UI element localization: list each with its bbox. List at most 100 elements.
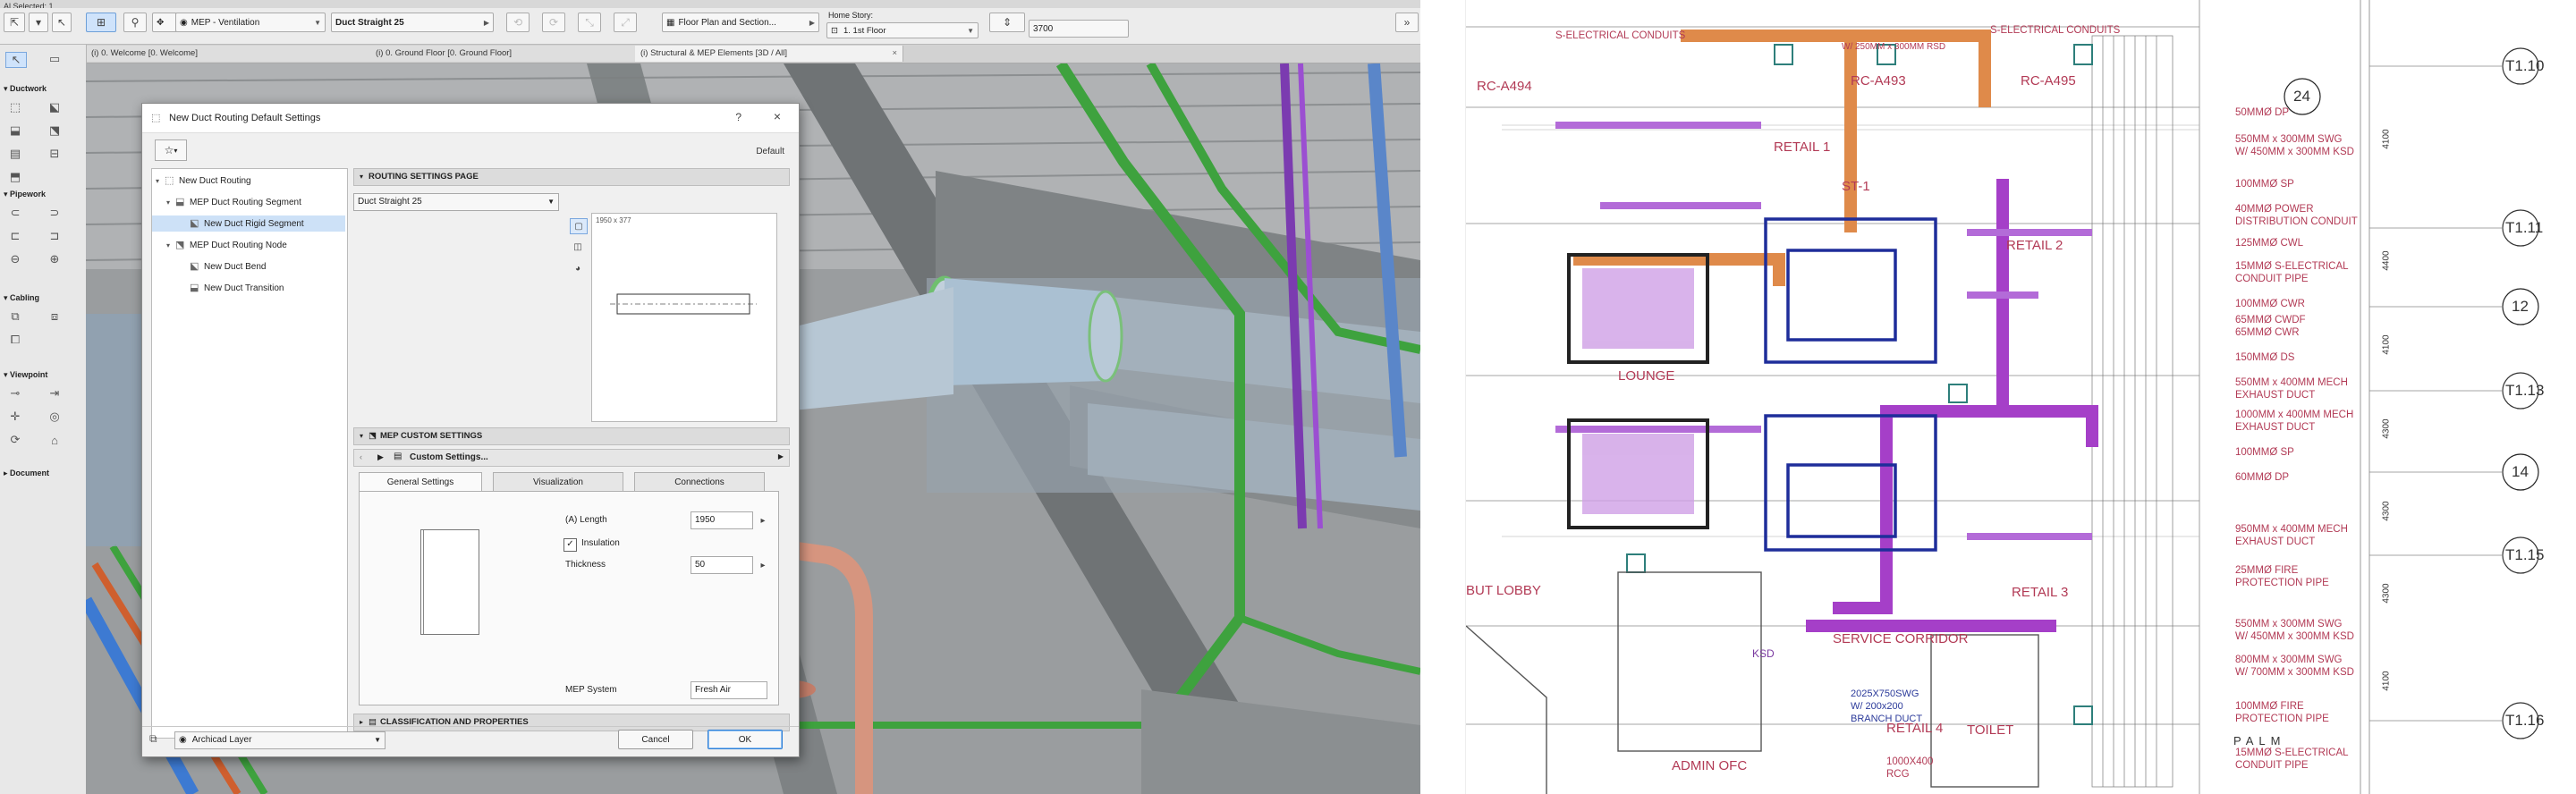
link-icon[interactable]: ▸ bbox=[755, 558, 771, 572]
arrow-tool-icon[interactable]: ⇱ bbox=[4, 13, 25, 32]
cable-fitting-icon[interactable]: ⧠ bbox=[5, 333, 25, 347]
expand-icon[interactable]: ▾ bbox=[166, 195, 175, 211]
star-icon: ☆ bbox=[164, 144, 174, 156]
pipe-bend-icon[interactable]: ⊃ bbox=[45, 206, 64, 220]
duct-note: 100MMØ SP bbox=[2235, 447, 2294, 458]
chevron-right-icon[interactable]: ▶ bbox=[778, 452, 784, 460]
layer-combo[interactable]: ◉ Archicad Layer ▼ bbox=[174, 731, 386, 749]
mep-custom-header[interactable]: ▾ ⬔ MEP CUSTOM SETTINGS bbox=[353, 427, 790, 445]
close-icon[interactable]: × bbox=[774, 109, 781, 123]
duct-note: 125MMØ CWL bbox=[2235, 238, 2304, 249]
chevron-down-icon: ▼ bbox=[314, 18, 321, 27]
section-ductwork[interactable]: ▾ Ductwork bbox=[4, 84, 47, 94]
tree-item-routing-segment[interactable]: ▾ ⬓ MEP Duct Routing Segment bbox=[166, 194, 301, 210]
tree-item-duct-routing[interactable]: ▾ ⬚ New Duct Routing bbox=[156, 173, 251, 189]
tab-connections[interactable]: Connections bbox=[634, 472, 765, 492]
tree-item-duct-bend[interactable]: ⬕ New Duct Bend bbox=[190, 258, 266, 275]
ok-button[interactable]: OK bbox=[708, 730, 783, 749]
marquee-icon[interactable]: ▭ bbox=[45, 52, 64, 66]
layer-combo[interactable]: ◉ MEP - Ventilation ▼ bbox=[175, 13, 326, 32]
tree-item-routing-node[interactable]: ▾ ⬔ MEP Duct Routing Node bbox=[166, 237, 287, 253]
viewpoint-line-icon[interactable]: ⊸ bbox=[5, 386, 25, 401]
plan-view-icon[interactable]: ▢ bbox=[570, 218, 588, 234]
insulation-checkbox[interactable]: ✓ bbox=[564, 538, 577, 552]
chevron-right-icon: ▸ bbox=[360, 718, 364, 726]
duct-note: W/ 450MM x 300MM KSD bbox=[2235, 147, 2354, 157]
duct-bend-icon[interactable]: ⬕ bbox=[45, 100, 64, 114]
favorite-combo[interactable]: Duct Straight 25 ▶ bbox=[331, 13, 494, 32]
tab-general-settings[interactable]: General Settings bbox=[359, 472, 482, 492]
chevron-down-icon: ▾ bbox=[360, 432, 364, 440]
layer-icon[interactable]: ⚲ bbox=[123, 13, 147, 32]
chevron-down-icon: ▾ bbox=[360, 173, 364, 181]
section-cabling[interactable]: ▾ Cabling bbox=[4, 293, 39, 303]
tab-label: General Settings bbox=[386, 477, 454, 487]
dropdown-icon[interactable]: ▾ bbox=[29, 13, 48, 32]
selection-settings-icon[interactable]: ⊞ bbox=[86, 13, 116, 32]
duct-equipment-icon[interactable]: ⬒ bbox=[5, 170, 25, 184]
tab-structural-mep[interactable]: (i) Structural & MEP Elements [3D / All]… bbox=[635, 46, 903, 62]
arrow-select-icon[interactable]: ↖ bbox=[5, 52, 27, 68]
section-viewpoint[interactable]: ▾ Viewpoint bbox=[4, 370, 47, 380]
pipe-terminal-icon[interactable]: ⊖ bbox=[5, 252, 25, 266]
equipment-tag: RC-A495 bbox=[2021, 73, 2076, 89]
tree-item-duct-transition[interactable]: ⬓ New Duct Transition bbox=[190, 280, 284, 296]
viewpoint-orbit-icon[interactable]: ⟳ bbox=[5, 433, 25, 447]
chevron-down-icon: ▾ bbox=[174, 146, 178, 155]
section-document[interactable]: ▸ Document bbox=[4, 469, 49, 478]
equipment-tag: RC-A493 bbox=[1851, 73, 1906, 89]
duct-note: 550MM x 300MM SWG bbox=[2235, 134, 2343, 145]
length-input[interactable]: 1950 bbox=[691, 511, 753, 529]
chevron-left-icon[interactable]: ‹ bbox=[360, 452, 362, 461]
expand-icon[interactable]: ▾ bbox=[166, 238, 175, 254]
duct-note: EXHAUST DUCT bbox=[2235, 422, 2316, 433]
duct-transition-icon[interactable]: ⬓ bbox=[5, 123, 25, 138]
favorites-button[interactable]: ☆ ▾ bbox=[155, 139, 187, 161]
routing-settings-header[interactable]: ▾ ROUTING SETTINGS PAGE bbox=[353, 168, 790, 186]
transform-icon[interactable]: ✥ bbox=[152, 13, 177, 32]
mep-system-combo[interactable]: Fresh Air bbox=[691, 681, 767, 699]
home-story-combo[interactable]: ⊡ 1. 1st Floor ▼ bbox=[826, 22, 979, 38]
view-combo[interactable]: ▦ Floor Plan and Section... ▶ bbox=[662, 13, 819, 32]
dimension-line bbox=[423, 530, 424, 634]
cable-bend-icon[interactable]: ⧈ bbox=[45, 309, 64, 324]
close-icon[interactable]: × bbox=[892, 46, 897, 62]
routing-type-combo[interactable]: Duct Straight 25 ▼ bbox=[353, 193, 559, 211]
viewpoint-section-icon[interactable]: ⌂ bbox=[45, 433, 64, 447]
play-icon[interactable]: ▶ bbox=[377, 452, 384, 462]
cancel-button[interactable]: Cancel bbox=[618, 730, 693, 749]
pipe-flexible-icon[interactable]: ⊏ bbox=[5, 229, 25, 243]
tab-welcome[interactable]: (i) 0. Welcome [0. Welcome] bbox=[86, 46, 401, 62]
overflow-icon[interactable]: » bbox=[1395, 13, 1419, 32]
pipe-equipment-icon[interactable]: ⊕ bbox=[45, 252, 64, 266]
duct-flexible-icon[interactable]: ⊟ bbox=[45, 147, 64, 161]
section-view-icon[interactable]: ◫ bbox=[570, 240, 586, 254]
thickness-input[interactable]: 50 bbox=[691, 556, 753, 574]
3d-view-icon[interactable]: ◕ bbox=[570, 261, 586, 275]
tab-visualization[interactable]: Visualization bbox=[493, 472, 623, 492]
viewpoint-arrow-icon[interactable]: ⇥ bbox=[45, 386, 64, 401]
dimension-label: 4100 bbox=[2381, 129, 2392, 149]
duct-note: W/ 450MM x 300MM KSD bbox=[2235, 631, 2354, 642]
expand-icon[interactable]: ▾ bbox=[156, 173, 165, 190]
classification-header[interactable]: ▸ ▤ CLASSIFICATION AND PROPERTIES bbox=[353, 714, 790, 731]
duct-terminal-icon[interactable]: ▤ bbox=[5, 147, 25, 161]
duct-note: 50MMØ DP bbox=[2235, 107, 2290, 118]
viewpoint-camera-icon[interactable]: ◎ bbox=[45, 410, 64, 424]
link-icon[interactable]: ▸ bbox=[755, 513, 771, 528]
mep-icon: ⬔ bbox=[369, 431, 377, 441]
pipe-straight-icon[interactable]: ⊂ bbox=[5, 206, 25, 220]
pipe-valve-icon[interactable]: ⊐ bbox=[45, 229, 64, 243]
tree-item-rigid-segment[interactable]: ⬕ New Duct Rigid Segment bbox=[152, 215, 345, 232]
pointer-icon[interactable]: ↖ bbox=[52, 13, 72, 32]
duct-branch-icon[interactable]: ⬔ bbox=[45, 123, 64, 138]
elevation-input[interactable]: 3700 bbox=[1029, 20, 1129, 38]
chevron-down-icon: ▶ bbox=[809, 18, 815, 27]
cable-carrier-icon[interactable]: ⧉ bbox=[5, 309, 25, 324]
viewpoint-target-icon[interactable]: ✛ bbox=[5, 410, 25, 424]
duct-straight-icon[interactable]: ⬚ bbox=[5, 100, 25, 114]
tab-label: (i) 0. Ground Floor [0. Ground Floor] bbox=[376, 48, 513, 58]
section-pipework[interactable]: ▾ Pipework bbox=[4, 190, 46, 199]
length-label: (A) Length bbox=[565, 515, 607, 525]
help-icon[interactable]: ? bbox=[735, 111, 741, 123]
